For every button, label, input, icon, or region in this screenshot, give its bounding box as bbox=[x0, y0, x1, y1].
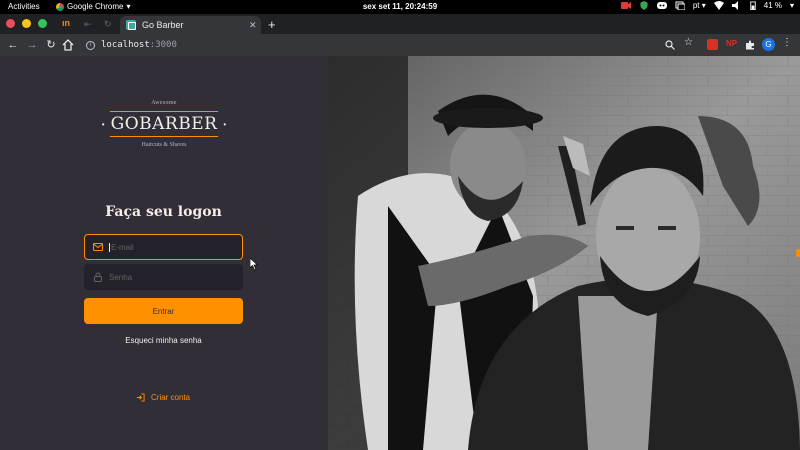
close-window-button[interactable] bbox=[6, 19, 15, 28]
logo-rule-bottom bbox=[110, 136, 218, 137]
browser-toolbar: ← → ↻ i localhost:3000 ☆ NP G ⋮ bbox=[0, 34, 800, 56]
chevron-down-icon: ▾ bbox=[789, 1, 794, 10]
logo-dot-left: • bbox=[101, 119, 105, 129]
scroll-indicator bbox=[796, 249, 800, 257]
home-icon[interactable] bbox=[62, 39, 74, 51]
minimize-window-button[interactable] bbox=[22, 19, 31, 28]
logo-brand: GOBARBER bbox=[110, 114, 218, 134]
kebab-menu-icon[interactable]: ⋮ bbox=[782, 37, 792, 48]
email-input[interactable] bbox=[109, 242, 242, 252]
page-title: Faça seu logon bbox=[105, 204, 222, 220]
wifi-icon bbox=[713, 1, 724, 10]
forward-arrow-icon[interactable]: → bbox=[25, 38, 39, 52]
maximize-window-button[interactable] bbox=[38, 19, 47, 28]
battery-level: 41 % bbox=[763, 1, 782, 10]
logo-tagline: Haircuts & Shaves bbox=[141, 142, 187, 148]
log-in-icon bbox=[136, 393, 145, 402]
url-text: localhost:3000 bbox=[101, 40, 177, 50]
barber-photo-illustration bbox=[328, 56, 800, 450]
volume-icon bbox=[731, 1, 738, 10]
password-field[interactable] bbox=[84, 264, 243, 290]
password-input[interactable] bbox=[109, 272, 242, 282]
create-account-link[interactable]: Criar conta bbox=[136, 393, 190, 402]
login-panel: Awesome • GOBARBER • Haircuts & Shaves F… bbox=[0, 56, 328, 450]
tab-go-barber[interactable]: Go Barber ✕ bbox=[120, 16, 261, 34]
submit-button[interactable]: Entrar bbox=[84, 298, 243, 324]
address-bar[interactable]: i localhost:3000 bbox=[86, 37, 696, 53]
close-icon[interactable]: ✕ bbox=[249, 20, 261, 31]
camera-icon bbox=[620, 2, 631, 9]
pinned-tab-back-icon[interactable]: ⇤ bbox=[84, 19, 92, 30]
hero-photo bbox=[328, 56, 800, 450]
language-indicator: pt ▾ bbox=[692, 1, 706, 10]
create-account-label: Criar conta bbox=[151, 393, 191, 402]
favicon-icon bbox=[126, 20, 136, 30]
discord-icon bbox=[656, 2, 667, 9]
new-tab-button[interactable]: + bbox=[268, 17, 276, 32]
logo-top-text: Awesome bbox=[151, 100, 177, 106]
tab-title: Go Barber bbox=[142, 20, 184, 30]
battery-icon bbox=[750, 1, 756, 10]
gobarber-logo: Awesome • GOBARBER • Haircuts & Shaves bbox=[102, 100, 226, 148]
puzzle-icon[interactable] bbox=[745, 40, 755, 50]
os-top-bar: Activities Google Chrome ▾ sex set 11, 2… bbox=[0, 0, 800, 14]
info-icon[interactable]: i bbox=[86, 40, 95, 50]
pinned-tab-reload-icon[interactable]: ↻ bbox=[104, 19, 112, 30]
logo-brand-row: • GOBARBER • bbox=[102, 112, 226, 136]
extension-red-icon[interactable] bbox=[707, 39, 718, 50]
mouse-pointer-icon bbox=[250, 258, 259, 271]
forgot-password-link[interactable]: Esqueci minha senha bbox=[84, 336, 243, 345]
extension-np-icon[interactable]: NP bbox=[726, 39, 737, 48]
logo-dot-right: • bbox=[223, 119, 227, 129]
zoom-icon[interactable] bbox=[665, 40, 675, 50]
pinned-tab-extension[interactable]: ın bbox=[62, 18, 70, 28]
shield-icon bbox=[640, 1, 648, 10]
star-icon[interactable]: ☆ bbox=[684, 37, 693, 48]
page-content: Awesome • GOBARBER • Haircuts & Shaves F… bbox=[0, 56, 800, 450]
system-tray[interactable]: pt ▾ 41 % ▾ bbox=[620, 1, 794, 10]
back-arrow-icon[interactable]: ← bbox=[6, 38, 20, 52]
layers-icon bbox=[675, 1, 685, 10]
profile-avatar[interactable]: G bbox=[762, 38, 775, 51]
lock-icon bbox=[94, 272, 102, 282]
mail-icon bbox=[93, 243, 103, 251]
reload-icon[interactable]: ↻ bbox=[44, 38, 58, 52]
email-field[interactable] bbox=[84, 234, 243, 260]
tab-strip: ın ⇤ ↻ Go Barber ✕ + bbox=[0, 14, 800, 34]
